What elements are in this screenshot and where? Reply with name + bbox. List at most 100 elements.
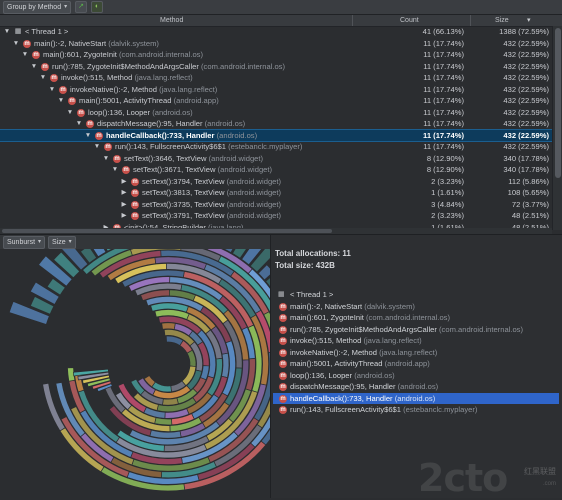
tree-row[interactable]: ▼ m main():5001, ActivityThread (android.a… — [0, 95, 552, 107]
sunburst-segment[interactable] — [154, 417, 173, 426]
sunburst-segment[interactable] — [161, 322, 176, 330]
tree-row-method: main():601, ZygoteInit (com.android.inte… — [43, 49, 203, 61]
expanded-toggle-icon[interactable]: ▼ — [84, 130, 92, 142]
expanded-toggle-icon[interactable]: ▼ — [30, 61, 38, 73]
method-icon: m — [50, 74, 58, 82]
metric-dropdown[interactable]: Size ▾ — [48, 235, 76, 249]
tree-row-size: 108 (5.65%) — [507, 188, 549, 197]
chart-mode-dropdown[interactable]: Sunburst ▾ — [3, 235, 46, 249]
method-icon: m — [95, 131, 103, 140]
tree-row-size: 432 (22.59%) — [503, 142, 549, 151]
tree-row[interactable]: ▶ m setText():3735, TextView (android.widg… — [0, 199, 552, 211]
tree-row-method: main():5001, ActivityThread (android.app… — [79, 95, 219, 107]
expanded-toggle-icon[interactable]: ▼ — [12, 38, 20, 50]
collapsed-toggle-icon[interactable]: ▶ — [120, 199, 128, 211]
method-name: main():5001, ActivityThread — [79, 96, 172, 105]
stack-item-package: (estebanclc.myplayer) — [403, 405, 478, 414]
tree-row[interactable]: ▼ ▦ < Thread 1 > 41 (66.13%) 1388 (72.59%) — [0, 26, 552, 38]
tree-row-count: 2 (3.23%) — [431, 176, 464, 186]
column-method-header[interactable]: Method — [160, 15, 183, 26]
tree-row[interactable]: ▼ m run():143, FullscreenActivity$6$1 (est… — [0, 141, 552, 153]
column-divider[interactable] — [470, 15, 471, 26]
expanded-toggle-icon[interactable]: ▼ — [57, 95, 65, 107]
expanded-toggle-icon[interactable]: ▼ — [21, 49, 29, 61]
tree-row-count: 41 (66.13%) — [422, 27, 464, 36]
tree-row[interactable]: ▼ m invokeNative():-2, Method (java.lang.r… — [0, 84, 552, 96]
tree-row[interactable]: ▼ m main():-2, NativeStart (dalvik.system)… — [0, 38, 552, 50]
method-name: run():143, FullscreenActivity$6$1 — [115, 142, 227, 151]
stack-thread-item[interactable]: ▦ < Thread 1 > — [273, 289, 559, 301]
expanded-toggle-icon[interactable]: ▼ — [39, 72, 47, 84]
tree-row[interactable]: ▼ m loop():136, Looper (android.os) 11 (17.… — [0, 107, 552, 119]
tree-row-method: setText():3794, TextView (android.widget… — [142, 176, 281, 188]
stack-item-package: (android.os) — [354, 370, 395, 380]
method-package: (android.widget) — [226, 188, 282, 197]
stack-item[interactable]: m run():785, ZygoteInit$MethodAndArgsCall… — [273, 324, 559, 336]
tree-row-count: 11 (17.74%) — [423, 50, 464, 59]
sunburst-segment[interactable] — [221, 352, 230, 379]
expanded-toggle-icon[interactable]: ▼ — [75, 118, 83, 130]
column-size-header[interactable]: Size — [495, 15, 509, 26]
tree-row[interactable]: ▶ m setText():3813, TextView (android.widg… — [0, 187, 552, 199]
expanded-toggle-icon[interactable]: ▼ — [111, 164, 119, 176]
tree-row[interactable]: ▼ m setText():3671, TextView (android.widg… — [0, 164, 552, 176]
tree-row[interactable]: ▼ m handleCallback():733, Handler (android… — [0, 128, 553, 142]
tree-row[interactable]: ▼ m invoke():515, Method (java.lang.reflec… — [0, 72, 552, 84]
scroll-thumb[interactable] — [555, 28, 561, 178]
method-icon: m — [131, 189, 139, 197]
thread-icon: ▦ — [278, 291, 285, 298]
collapsed-toggle-icon[interactable]: ▶ — [120, 176, 128, 188]
method-package: (android.os) — [204, 119, 246, 128]
tree-row-method: setText():3813, TextView (android.widget… — [142, 187, 281, 199]
tree-row[interactable]: ▶ m setText():3791, TextView (android.widg… — [0, 210, 552, 222]
stack-item[interactable]: m invoke():515, Method (java.lang.reflect… — [273, 335, 559, 347]
column-divider[interactable] — [352, 15, 353, 26]
main-toolbar: Group by Method ▾ ↗ ◐ — [0, 0, 562, 15]
stack-item[interactable]: m invokeNative():-2, Method (java.lang.re… — [273, 347, 559, 359]
tree-row-count: 11 (17.74%) — [423, 142, 464, 151]
expanded-toggle-icon[interactable]: ▼ — [3, 26, 11, 38]
group-by-dropdown[interactable]: Group by Method ▾ — [3, 0, 72, 14]
method-name: loop():136, Looper — [88, 107, 151, 117]
tree-row[interactable]: ▶ m setText():3794, TextView (android.widg… — [0, 176, 552, 188]
stack-item[interactable]: m main():601, ZygoteInit (com.android.int… — [273, 312, 559, 324]
tree-row-method: run():143, FullscreenActivity$6$1 (esteb… — [115, 141, 302, 153]
tree-row-size: 432 (22.59%) — [503, 84, 549, 94]
tree-row[interactable]: ▼ m setText():3646, TextView (android.widg… — [0, 153, 552, 165]
stack-item-package: (java.lang.reflect) — [363, 336, 422, 345]
allocation-tree[interactable]: ▼ ▦ < Thread 1 >41 (66.13%) 1388 (72.59%) ▼ m… — [0, 26, 562, 228]
method-package: (android.widget) — [217, 165, 273, 174]
stack-item-name: run():143, FullscreenActivity$6$1 — [290, 405, 402, 414]
tree-scrollbar[interactable] — [552, 26, 562, 230]
chart-mode-label: Sunburst — [7, 238, 36, 246]
tree-row[interactable]: ▼ m main():601, ZygoteInit (com.android.in… — [0, 49, 552, 61]
expanded-toggle-icon[interactable]: ▼ — [66, 107, 74, 119]
column-count-header[interactable]: Count — [400, 15, 419, 26]
hscroll-thumb[interactable] — [2, 229, 332, 233]
collapsed-toggle-icon[interactable]: ▶ — [120, 187, 128, 199]
stack-item[interactable]: m handleCallback():733, Handler (android.… — [273, 392, 559, 404]
sunburst-segment[interactable] — [162, 397, 179, 406]
stack-item[interactable]: m main():5001, ActivityThread (android.ap… — [273, 358, 559, 370]
stack-item[interactable]: m loop():136, Looper (android.os) — [273, 370, 559, 382]
expanded-toggle-icon[interactable]: ▼ — [93, 141, 101, 153]
method-icon: m — [279, 348, 287, 357]
expanded-toggle-icon[interactable]: ▼ — [102, 153, 110, 165]
method-name: invokeNative():-2, Method — [70, 84, 157, 94]
method-icon: m — [279, 406, 287, 414]
tree-row-count: 8 (12.90%) — [426, 165, 464, 174]
stack-item-name: dispatchMessage():95, Handler — [290, 382, 396, 391]
stack-item-package: (com.android.internal.os) — [366, 313, 450, 322]
sunburst-chart[interactable] — [0, 249, 270, 498]
filter-icon[interactable]: ◐ — [91, 1, 104, 13]
export-icon[interactable]: ↗ — [75, 1, 88, 13]
expanded-toggle-icon[interactable]: ▼ — [48, 84, 56, 96]
tree-row[interactable]: ▼ m run():785, ZygoteInit$MethodAndArgsCal… — [0, 61, 552, 73]
method-package: (android.widget) — [226, 176, 282, 186]
stack-item[interactable]: m main():-2, NativeStart (dalvik.system) — [273, 301, 559, 313]
collapsed-toggle-icon[interactable]: ▶ — [120, 210, 128, 222]
method-package: (com.android.internal.os) — [201, 61, 286, 71]
stack-item[interactable]: m run():143, FullscreenActivity$6$1 (este… — [273, 404, 559, 416]
tree-row[interactable]: ▼ m dispatchMessage():95, Handler (android… — [0, 118, 552, 130]
stack-item[interactable]: m dispatchMessage():95, Handler (android.… — [273, 381, 559, 393]
